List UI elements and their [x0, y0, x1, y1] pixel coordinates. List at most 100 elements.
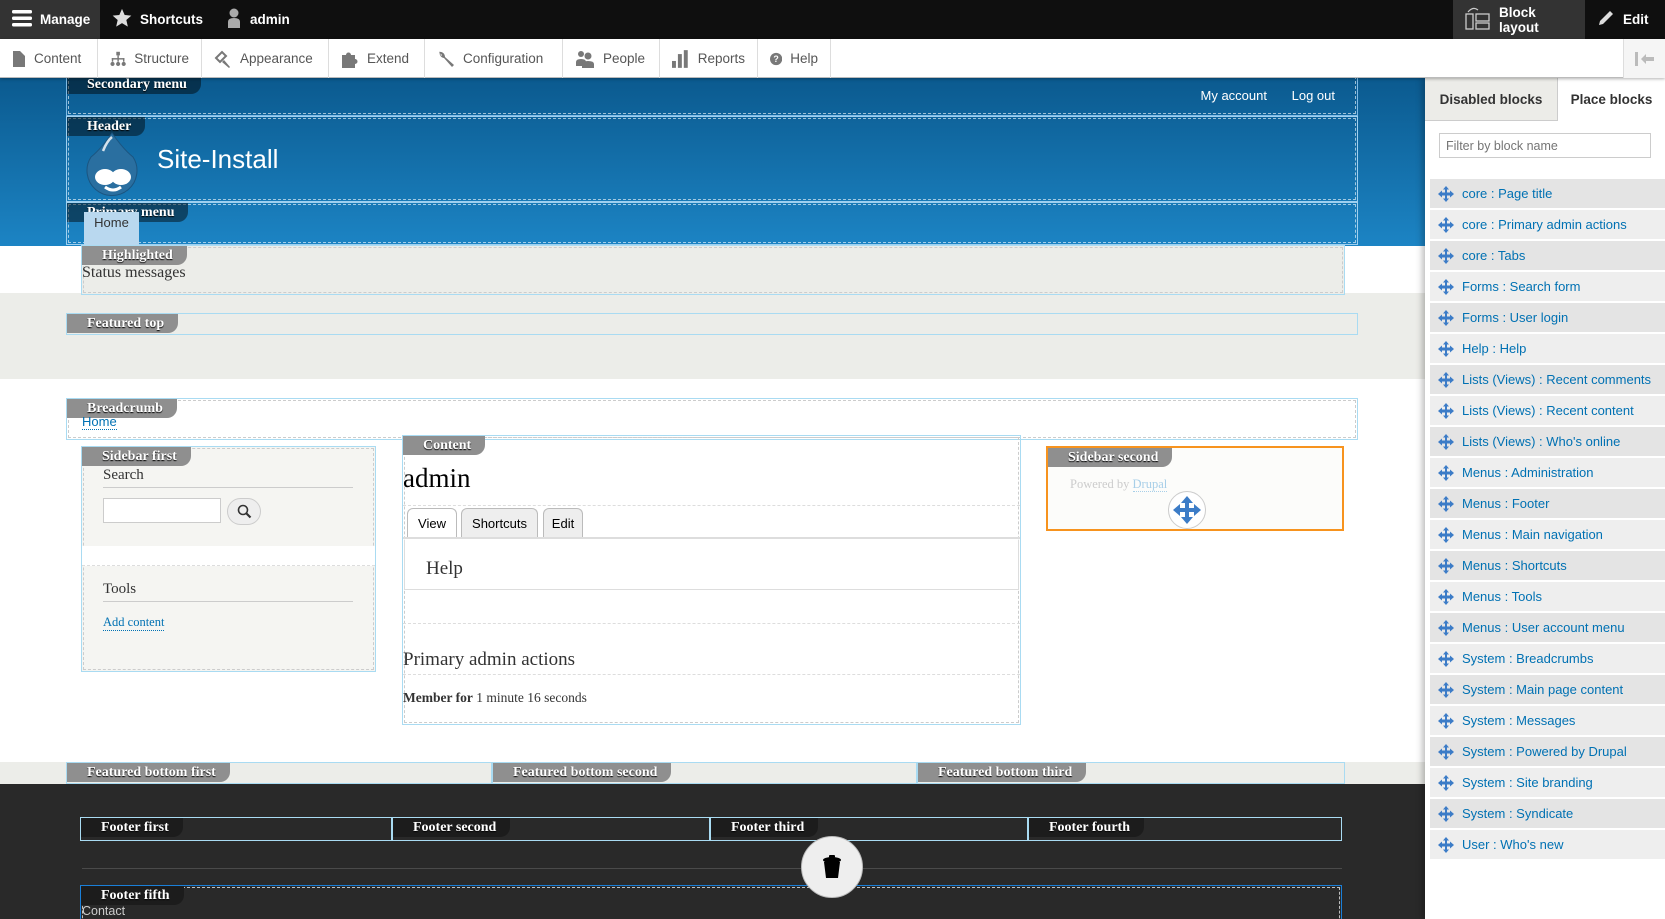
admin-toolbar: Manage Shortcuts admin Block layout Edit — [0, 0, 1665, 39]
block-layout-button[interactable]: Block layout — [1453, 0, 1585, 39]
drupal-link[interactable]: Drupal — [1132, 477, 1168, 492]
tray-item-appearance[interactable]: Appearance — [202, 39, 329, 78]
user-button[interactable]: admin — [214, 0, 302, 39]
block-list-item[interactable]: Menus : Shortcuts — [1430, 551, 1665, 581]
region-label: Featured bottom second — [493, 763, 672, 782]
block-list-item[interactable]: System : Syndicate — [1430, 799, 1665, 829]
tray-item-structure[interactable]: Structure — [98, 39, 202, 78]
search-submit-button[interactable] — [227, 498, 261, 525]
block-list-item[interactable]: Help : Help — [1430, 334, 1665, 364]
manage-button[interactable]: Manage — [0, 0, 100, 39]
move-icon — [1438, 712, 1454, 729]
block-panel: Disabled blocks Place blocks core : Page… — [1425, 78, 1665, 919]
region-label: Sidebar second — [1048, 448, 1173, 467]
tray-item-configuration[interactable]: Configuration — [425, 39, 563, 78]
primary-admin-actions-title: Primary admin actions — [403, 649, 576, 670]
block-list-item[interactable]: System : Messages — [1430, 706, 1665, 736]
region-label: Featured bottom first — [67, 763, 230, 782]
tray-item-content[interactable]: Content — [0, 39, 98, 78]
edit-button[interactable]: Edit — [1585, 0, 1661, 39]
region-footer-third: Footer third — [710, 817, 1028, 841]
log-out-link[interactable]: Log out — [1292, 88, 1335, 103]
region-footer-fifth: Footer fifth Contact — [80, 885, 1342, 919]
region-header: Header Site-Install — [66, 116, 1358, 202]
file-icon — [13, 50, 25, 67]
help-title: Help — [426, 558, 463, 579]
block-list-item[interactable]: User : Who's new — [1430, 830, 1665, 860]
region-featured-top: Featured top — [66, 313, 1358, 335]
tray-item-extend[interactable]: Extend — [329, 39, 425, 78]
status-messages: Status messages — [82, 264, 186, 281]
collapse-tray-button[interactable] — [1623, 39, 1665, 78]
shortcuts-button[interactable]: Shortcuts — [100, 0, 215, 39]
tray-item-help[interactable]: ? Help — [758, 39, 831, 78]
page-title: admin — [403, 463, 471, 493]
block-list-item[interactable]: Menus : Administration — [1430, 458, 1665, 488]
search-input[interactable] — [103, 498, 221, 523]
block-list-item[interactable]: core : Primary admin actions — [1430, 210, 1665, 240]
move-icon — [1438, 216, 1454, 233]
move-icon — [1438, 805, 1454, 822]
block-list-item[interactable]: Menus : Main navigation — [1430, 520, 1665, 550]
member-for: Member for 1 minute 16 seconds — [403, 690, 587, 705]
tray-item-reports[interactable]: Reports — [660, 39, 758, 78]
block-list-item[interactable]: Lists (Views) : Recent comments — [1430, 365, 1665, 395]
region-breadcrumb: Breadcrumb Home — [66, 398, 1358, 440]
move-icon — [1438, 743, 1454, 760]
block-list-item[interactable]: Lists (Views) : Recent content — [1430, 396, 1665, 426]
block-list-item[interactable]: core : Page title — [1430, 179, 1665, 209]
block-list-item[interactable]: System : Main page content — [1430, 675, 1665, 705]
region-featured-bottom-second: Featured bottom second — [492, 762, 917, 784]
tab-place-blocks[interactable]: Place blocks — [1558, 78, 1665, 121]
drupal-logo[interactable] — [83, 131, 143, 197]
move-icon — [1438, 402, 1454, 419]
block-list-item[interactable]: System : Breadcrumbs — [1430, 644, 1665, 674]
tab-edit[interactable]: Edit — [543, 508, 583, 537]
region-label: Footer fourth — [1029, 818, 1144, 837]
contact-link[interactable]: Contact — [82, 904, 125, 918]
move-icon — [1438, 836, 1454, 853]
block-list-item[interactable]: Menus : Footer — [1430, 489, 1665, 519]
tab-view[interactable]: View — [407, 508, 457, 538]
move-icon — [1438, 185, 1454, 202]
user-icon — [226, 8, 242, 31]
block-list-item[interactable]: core : Tabs — [1430, 241, 1665, 271]
block-list-item[interactable]: System : Site branding — [1430, 768, 1665, 798]
help-block: Help — [404, 540, 1019, 590]
region-label: Content — [403, 436, 486, 455]
star-icon — [112, 8, 132, 31]
drag-handle[interactable] — [1168, 491, 1206, 529]
my-account-link[interactable]: My account — [1201, 88, 1267, 103]
block-list-item[interactable]: Forms : Search form — [1430, 272, 1665, 302]
filter-blocks-input[interactable] — [1439, 133, 1651, 158]
block-list-item[interactable]: Forms : User login — [1430, 303, 1665, 333]
region-label: Footer third — [711, 818, 819, 837]
paintbrush-icon — [214, 50, 230, 68]
site-name[interactable]: Site-Install — [157, 144, 278, 175]
region-footer-first: Footer first — [80, 817, 392, 841]
pencil-icon — [1597, 9, 1615, 30]
tab-disabled-blocks[interactable]: Disabled blocks — [1425, 78, 1558, 121]
region-label: Secondary menu — [67, 78, 201, 94]
block-list-item[interactable]: Menus : Tools — [1430, 582, 1665, 612]
add-content-link[interactable]: Add content — [103, 615, 165, 631]
block-list-item[interactable]: System : Powered by Drupal — [1430, 737, 1665, 767]
move-icon — [1438, 650, 1454, 667]
move-icon — [1173, 496, 1201, 524]
tray-item-people[interactable]: People — [563, 39, 660, 78]
move-icon — [1438, 340, 1454, 357]
region-footer-fourth: Footer fourth — [1028, 817, 1342, 841]
breadcrumb-home-link[interactable]: Home — [82, 414, 117, 430]
tab-shortcuts[interactable]: Shortcuts — [461, 508, 538, 537]
trash-icon — [823, 855, 841, 878]
collapse-arrow-icon — [1634, 51, 1654, 66]
primary-menu-home[interactable]: Home — [84, 212, 139, 245]
region-label: Featured bottom third — [918, 763, 1087, 782]
block-list-item[interactable]: Menus : User account menu — [1430, 613, 1665, 643]
region-sidebar-second: Sidebar second Powered by Drupal — [1046, 446, 1344, 531]
block-list-item[interactable]: Lists (Views) : Who's online — [1430, 427, 1665, 457]
move-icon — [1438, 309, 1454, 326]
move-icon — [1438, 681, 1454, 698]
remove-block-dropzone[interactable] — [801, 836, 863, 898]
move-icon — [1438, 557, 1454, 574]
